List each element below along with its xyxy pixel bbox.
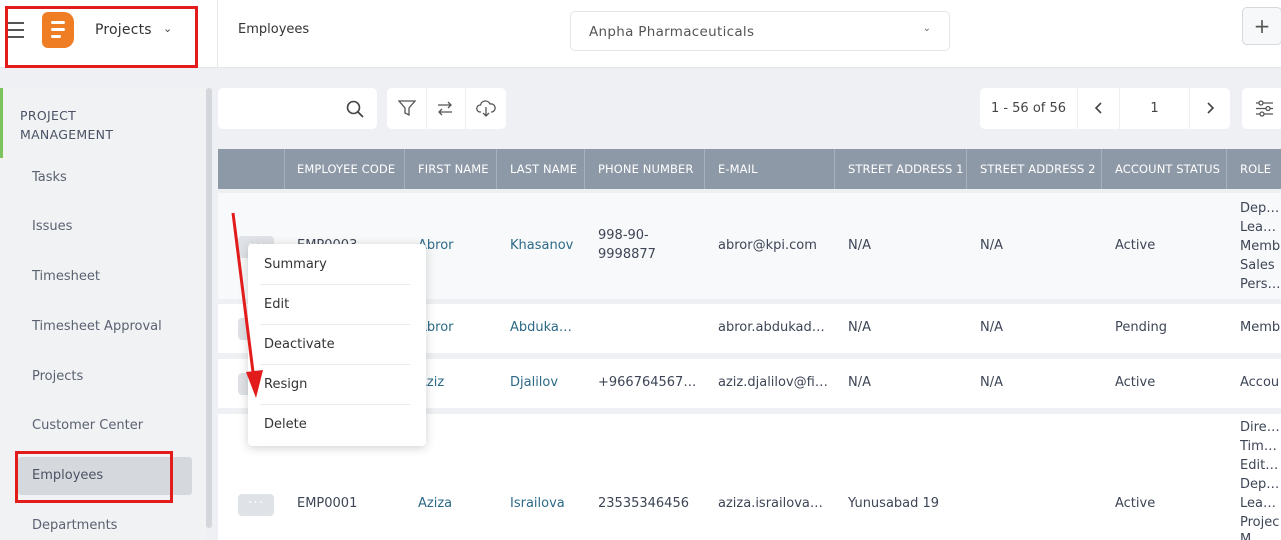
annotation-arrow xyxy=(231,212,263,398)
